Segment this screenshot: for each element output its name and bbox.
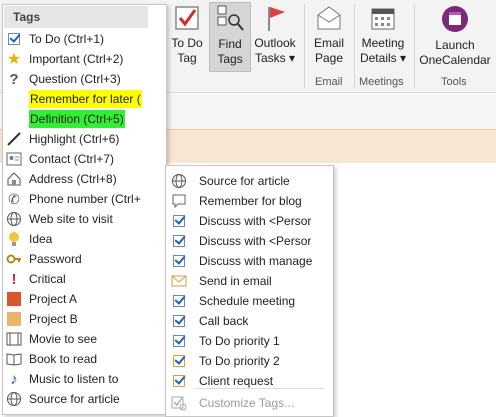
tag-item-discuss-with-person-b[interactable]: Discuss with <Persor <box>170 231 330 251</box>
envelope-icon <box>317 6 341 30</box>
group-label-tools: Tools <box>441 76 467 88</box>
todo-tag-button[interactable]: To Do Tag <box>166 4 208 70</box>
pen-icon <box>5 130 23 148</box>
tag-item-todo-priority-2[interactable]: To Do priority 2 <box>170 351 330 371</box>
globe-icon <box>5 390 23 408</box>
envelope-icon <box>170 272 188 290</box>
onecalendar-icon <box>442 6 468 32</box>
phone-icon: ✆ <box>8 190 20 207</box>
tag-item-phone-number[interactable]: ✆ Phone number (Ctrl+ <box>5 189 163 209</box>
tag-item-question[interactable]: ? Question (Ctrl+3) <box>5 69 163 89</box>
globe-icon <box>170 172 188 190</box>
calendar-icon <box>371 8 395 30</box>
tag-item-contact[interactable]: Contact (Ctrl+7) <box>5 149 163 169</box>
tags-submenu: Source for article Remember for blog Dis… <box>165 165 334 417</box>
ribbon-separator <box>414 4 415 88</box>
globe-icon <box>5 210 23 228</box>
red-flag-icon <box>268 7 285 31</box>
tag-item-important[interactable]: ★ Important (Ctrl+2) <box>5 49 163 69</box>
lightbulb-icon <box>5 230 23 248</box>
person-checkbox-icon <box>170 252 188 270</box>
tag-item-source-for-article[interactable]: Source for article <box>170 171 330 191</box>
tags-dropdown-menu: Tags To Do (Ctrl+1) ★ Important (Ctrl+2)… <box>2 4 167 415</box>
customize-tags-item[interactable]: Customize Tags... <box>170 393 330 413</box>
tag-item-definition[interactable]: Definition (Ctrl+5) <box>5 109 163 129</box>
red-checkbox-icon <box>175 6 199 30</box>
tag-item-idea[interactable]: Idea <box>5 229 163 249</box>
client-checkbox-icon <box>170 372 188 390</box>
priority-2-icon <box>170 352 188 370</box>
book-icon <box>5 350 23 368</box>
group-label-email: Email <box>315 76 343 88</box>
tag-item-book-to-read[interactable]: Book to read <box>5 349 163 369</box>
ribbon-separator <box>304 4 305 88</box>
exclamation-icon: ! <box>11 270 17 288</box>
tag-item-web-site[interactable]: Web site to visit <box>5 209 163 229</box>
menu-separator <box>194 388 324 389</box>
music-note-icon: ♪ <box>10 370 18 388</box>
tag-item-movie-to-see[interactable]: Movie to see <box>5 329 163 349</box>
tag-item-address[interactable]: Address (Ctrl+8) <box>5 169 163 189</box>
tag-item-project-a[interactable]: Project A <box>5 289 163 309</box>
tag-item-send-in-email[interactable]: Send in email <box>170 271 330 291</box>
person-checkbox-icon <box>170 212 188 230</box>
phone-checkbox-icon <box>170 312 188 330</box>
email-page-button[interactable]: Email Page <box>308 4 350 70</box>
tag-item-todo-priority-1[interactable]: To Do priority 1 <box>170 331 330 351</box>
tag-item-schedule-meeting[interactable]: Schedule meeting <box>170 291 330 311</box>
checkbox-icon <box>5 30 23 48</box>
tag-item-password[interactable]: Password <box>5 249 163 269</box>
tag-item-music[interactable]: ♪ Music to listen to <box>5 369 163 389</box>
calendar-checkbox-icon <box>170 292 188 310</box>
tag-item-remember-for-blog[interactable]: Remember for blog <box>170 191 330 211</box>
tag-item-call-back[interactable]: Call back <box>170 311 330 331</box>
ribbon-separator <box>354 4 355 88</box>
tag-item-discuss-with-person-a[interactable]: Discuss with <Persor <box>170 211 330 231</box>
group-label-meetings: Meetings <box>359 76 404 88</box>
tags-menu-header: Tags <box>4 6 148 28</box>
contact-card-icon <box>5 150 23 168</box>
find-tags-button[interactable]: Find Tags <box>209 2 251 72</box>
find-tags-icon <box>217 5 244 31</box>
priority-1-icon <box>170 332 188 350</box>
key-icon <box>5 250 23 268</box>
film-icon <box>5 330 23 348</box>
red-square-icon <box>5 290 23 308</box>
speech-bubble-icon <box>170 192 188 210</box>
meeting-details-button[interactable]: Meeting Details ▾ <box>357 4 409 70</box>
star-icon: ★ <box>6 51 22 68</box>
question-icon: ? <box>9 70 19 88</box>
launch-onecalendar-button[interactable]: Launch OneCalendar <box>416 4 494 70</box>
tag-item-todo[interactable]: To Do (Ctrl+1) <box>5 29 163 49</box>
person-checkbox-icon <box>170 232 188 250</box>
house-icon <box>5 170 23 188</box>
tag-item-critical[interactable]: ! Critical <box>5 269 163 289</box>
tag-item-highlight[interactable]: Highlight (Ctrl+6) <box>5 129 163 149</box>
tag-item-project-b[interactable]: Project B <box>5 309 163 329</box>
tag-item-source-for-article[interactable]: Source for article <box>5 389 163 409</box>
outlook-tasks-button[interactable]: Outlook Tasks ▾ <box>251 4 299 70</box>
tag-item-discuss-with-manager[interactable]: Discuss with manage <box>170 251 330 271</box>
tag-item-remember-for-later[interactable]: Remember for later ( <box>5 89 163 109</box>
tan-square-icon <box>5 310 23 328</box>
customize-tags-icon <box>170 394 188 412</box>
